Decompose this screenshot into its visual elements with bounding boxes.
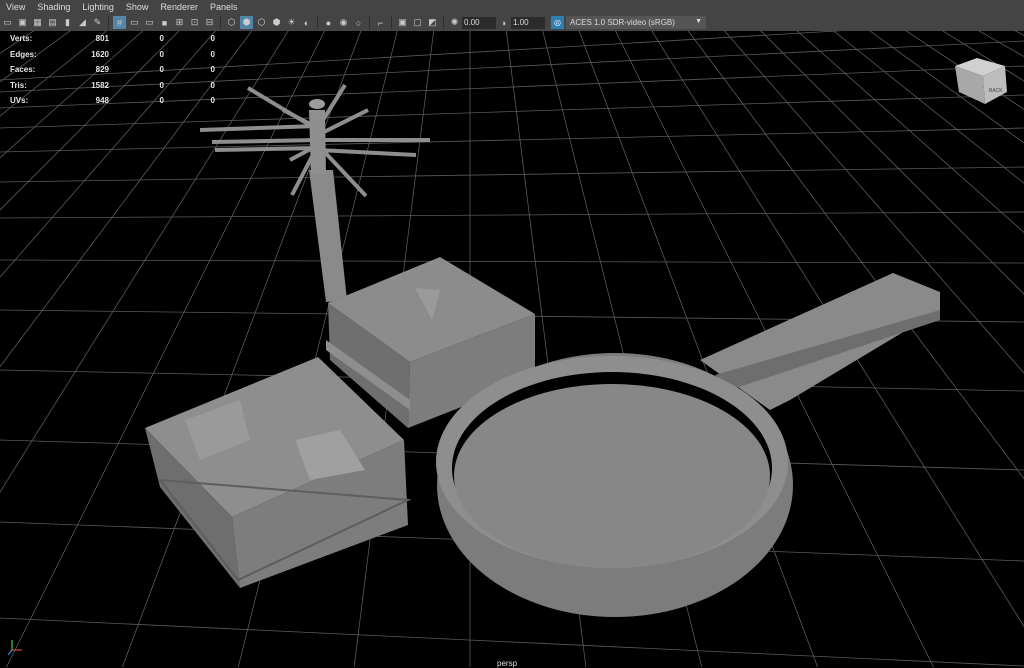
wireframe-icon[interactable]: ⬡ (225, 16, 238, 29)
hud-row-tris: Tris: 1582 0 0 (10, 80, 215, 90)
ambient-occlusion-icon[interactable]: ● (322, 16, 335, 29)
menu-view[interactable]: View (0, 2, 31, 12)
safe-action-icon[interactable]: ⊡ (188, 16, 201, 29)
separator (108, 16, 109, 29)
separator (369, 16, 370, 29)
separator (317, 16, 318, 29)
menu-renderer[interactable]: Renderer (154, 2, 204, 12)
view-transform-value: ACES 1.0 SDR-video (sRGB) (570, 18, 675, 27)
anti-aliasing-icon[interactable]: ○ (352, 16, 365, 29)
use-all-lights-icon[interactable]: ☀ (285, 16, 298, 29)
hud-row-uvs: UVs: 948 0 0 (10, 96, 215, 106)
grid-icon[interactable]: # (113, 16, 126, 29)
bookmarks-icon[interactable]: ▦ (31, 16, 44, 29)
wireframe-on-shaded-icon[interactable]: ⬡ (255, 16, 268, 29)
shadows-icon[interactable]: ◐ (300, 16, 313, 29)
film-gate-icon[interactable]: ▭ (128, 16, 141, 29)
gamma-icon[interactable]: ◑ (497, 16, 510, 29)
menu-show[interactable]: Show (120, 2, 155, 12)
hud-row-edges: Edges: 1620 0 0 (10, 49, 215, 59)
image-plane-icon[interactable]: ▤ (46, 16, 59, 29)
gate-mask-icon[interactable]: ■ (158, 16, 171, 29)
separator (443, 16, 444, 29)
hud-row-verts: Verts: 801 0 0 (10, 34, 215, 44)
camera-attributes-icon[interactable]: ▣ (16, 16, 29, 29)
menu-shading[interactable]: Shading (31, 2, 76, 12)
poly-count-hud: Verts: 801 0 0 Edges: 1620 0 0 Faces: 82… (10, 31, 215, 109)
panel-toolbar: ▭ ▣ ▦ ▤ ▮ ◢ ✎ # ▭ ▭ ■ ⊞ ⊡ ⊟ ⬡ ⬢ ⬡ ⬢ ☀ ◐ … (0, 14, 1024, 32)
view-transform-dropdown[interactable]: ACES 1.0 SDR-video (sRGB) ▼ (566, 16, 706, 29)
bookmark-icon[interactable]: ▮ (61, 16, 74, 29)
xray-joints-icon[interactable]: ▢ (411, 16, 424, 29)
field-chart-icon[interactable]: ⊞ (173, 16, 186, 29)
separator (220, 16, 221, 29)
exposure-field[interactable] (462, 16, 496, 29)
view-cube-back-label: BACK (989, 88, 1003, 94)
3d-viewport[interactable]: BACK (0, 31, 1024, 667)
exposure-icon[interactable]: ✺ (448, 16, 461, 29)
smooth-shade-icon[interactable]: ⬢ (240, 16, 253, 29)
separator (391, 16, 392, 29)
xray-icon[interactable]: ▣ (396, 16, 409, 29)
isolate-select-icon[interactable]: ⌐ (374, 16, 387, 29)
safe-title-icon[interactable]: ⊟ (203, 16, 216, 29)
motion-blur-icon[interactable]: ◉ (337, 16, 350, 29)
2d-pan-zoom-icon[interactable]: ◢ (76, 16, 89, 29)
hud-row-faces: Faces: 829 0 0 (10, 65, 215, 75)
gamma-field[interactable] (511, 16, 545, 29)
menu-panels[interactable]: Panels (204, 2, 244, 12)
panel-menu-bar: View Shading Lighting Show Renderer Pane… (0, 0, 1024, 14)
resolution-gate-icon[interactable]: ▭ (143, 16, 156, 29)
menu-lighting[interactable]: Lighting (76, 2, 120, 12)
chevron-down-icon: ▼ (695, 18, 702, 25)
maya-viewport-panel: View Shading Lighting Show Renderer Pane… (0, 0, 1024, 668)
grease-pencil-icon[interactable]: ✎ (91, 16, 104, 29)
select-camera-icon[interactable]: ▭ (1, 16, 14, 29)
textured-icon[interactable]: ⬢ (270, 16, 283, 29)
backface-culling-icon[interactable]: ◩ (426, 16, 439, 29)
color-management-icon[interactable]: ◎ (551, 16, 564, 29)
